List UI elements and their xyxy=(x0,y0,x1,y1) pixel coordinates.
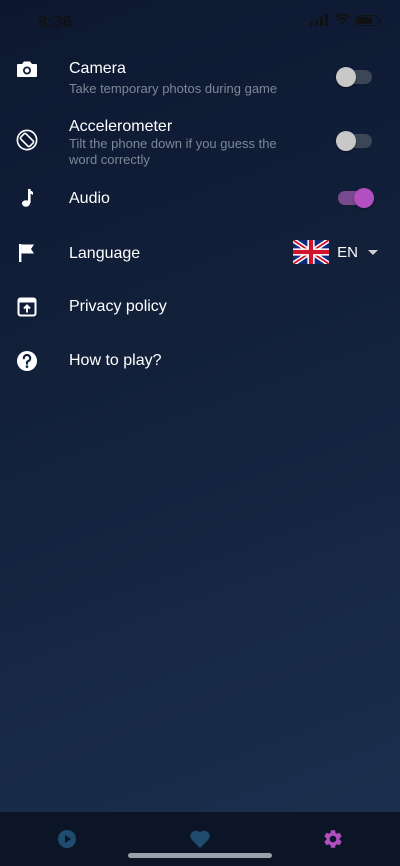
status-time: 8:36 xyxy=(38,12,73,31)
setting-accelerometer[interactable]: Accelerometer Tilt the phone down if you… xyxy=(0,115,400,171)
camera-subtitle: Take temporary photos during game xyxy=(69,81,278,96)
battery-icon xyxy=(356,14,381,26)
uk-flag-icon xyxy=(293,240,330,264)
tab-play[interactable] xyxy=(54,826,80,852)
camera-title: Camera xyxy=(69,60,126,77)
chevron-down-icon xyxy=(368,249,378,255)
language-title: Language xyxy=(69,245,141,262)
accelerometer-subtitle: Tilt the phone down if you guess the wor… xyxy=(69,136,277,167)
heart-icon xyxy=(190,830,210,848)
accelerometer-toggle[interactable] xyxy=(336,131,372,151)
open-external-icon xyxy=(16,296,38,318)
tab-bar xyxy=(0,812,400,866)
tab-settings[interactable] xyxy=(320,826,346,852)
setting-how-to-play[interactable]: How to play? xyxy=(0,346,400,376)
language-code: EN xyxy=(337,243,358,261)
signal-icon xyxy=(310,14,328,26)
setting-camera[interactable]: Camera Take temporary photos during game xyxy=(0,56,400,106)
howto-title: How to play? xyxy=(69,352,162,369)
audio-title: Audio xyxy=(69,190,110,207)
wifi-icon xyxy=(334,14,350,25)
music-note-icon xyxy=(16,187,38,209)
camera-toggle[interactable] xyxy=(336,67,372,87)
help-icon xyxy=(16,350,38,372)
flag-icon xyxy=(16,242,38,264)
setting-privacy-policy[interactable]: Privacy policy xyxy=(0,292,400,322)
camera-icon xyxy=(16,58,38,80)
privacy-title: Privacy policy xyxy=(69,298,167,315)
audio-toggle[interactable] xyxy=(338,188,374,208)
language-select[interactable]: EN xyxy=(293,240,378,264)
gear-icon xyxy=(324,830,342,848)
status-bar: 8:36 xyxy=(0,0,400,44)
setting-language[interactable]: Language EN xyxy=(0,236,400,270)
tab-favorites[interactable] xyxy=(187,826,213,852)
accelerometer-title: Accelerometer xyxy=(69,118,173,135)
status-icons xyxy=(310,14,381,26)
screen-rotation-icon xyxy=(16,129,38,151)
home-indicator xyxy=(128,853,272,858)
play-icon xyxy=(58,830,76,848)
setting-audio[interactable]: Audio xyxy=(0,184,400,214)
